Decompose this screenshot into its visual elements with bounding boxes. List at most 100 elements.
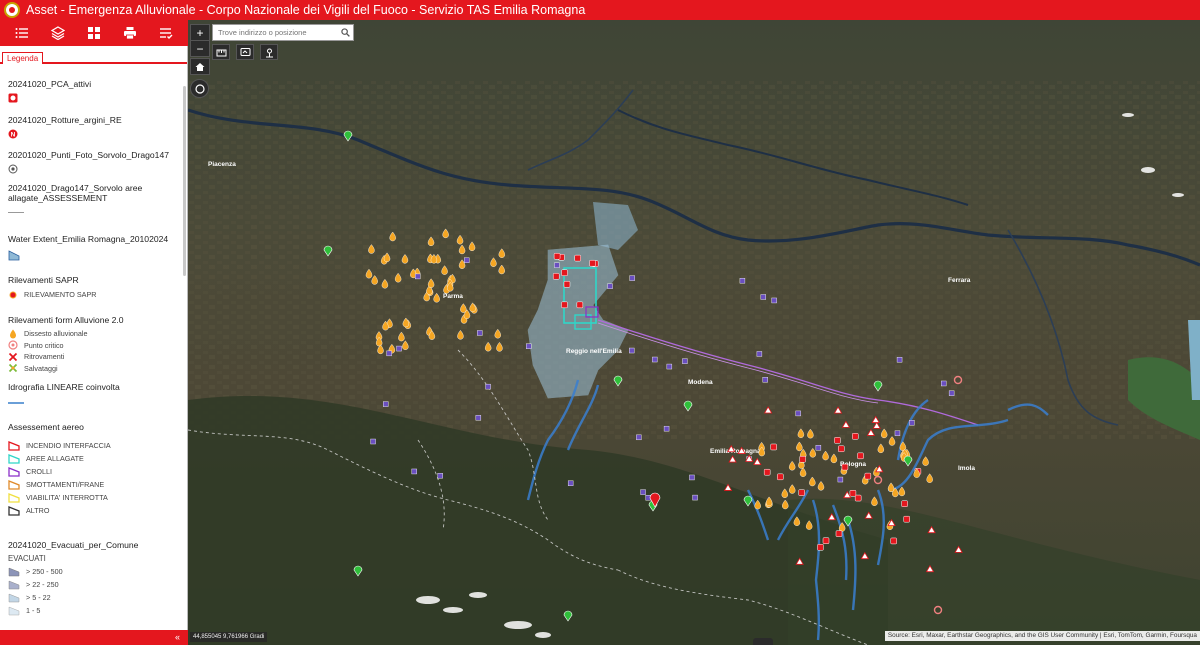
map-marker-camera[interactable] [475, 415, 482, 421]
map-marker-red[interactable] [763, 468, 771, 476]
map-marker-red[interactable] [561, 269, 568, 277]
basemap-gallery-button[interactable] [83, 22, 105, 44]
map-marker-camera[interactable] [663, 425, 670, 432]
search-widget [212, 24, 354, 41]
map-marker-camera[interactable] [682, 358, 688, 364]
widget-toolbar [0, 20, 188, 46]
map-marker-red[interactable] [552, 273, 560, 280]
map-marker-camera[interactable] [636, 434, 642, 441]
map-marker-camera[interactable] [485, 383, 491, 390]
legend-layer-punti-foto: 20201020_Punti_Foto_Sorvolo_Drago147 [8, 150, 169, 174]
map-marker-red[interactable] [817, 544, 824, 551]
map-marker-camera[interactable] [396, 345, 402, 352]
bottom-panel-toggle[interactable] [753, 638, 773, 645]
search-input[interactable] [213, 28, 337, 37]
legend-list-button[interactable] [11, 22, 33, 44]
collapse-panel-button[interactable]: « [175, 632, 180, 642]
map-marker-camera[interactable] [948, 390, 955, 396]
layer-title: Assessement aereo [8, 422, 84, 432]
map-marker-camera[interactable] [940, 380, 947, 387]
map-marker-red[interactable] [838, 445, 845, 453]
map-marker-red[interactable] [799, 455, 806, 463]
legend-item-label: Dissesto alluvionale [24, 329, 88, 339]
map-marker-camera[interactable] [689, 474, 695, 481]
map-marker-camera[interactable] [629, 347, 635, 354]
map-marker-camera[interactable] [771, 297, 777, 304]
map-marker-red[interactable] [553, 253, 561, 260]
map-marker-camera[interactable] [795, 410, 801, 417]
map-marker-camera[interactable] [760, 294, 767, 300]
map-marker-red[interactable] [834, 437, 841, 444]
layer-list-button[interactable] [155, 22, 177, 44]
map-marker-camera[interactable] [464, 257, 470, 263]
map-marker-red[interactable] [576, 301, 584, 309]
map-marker-camera[interactable] [762, 377, 768, 383]
legend-item: > 250 - 500 [8, 565, 138, 578]
map-marker-camera[interactable] [607, 283, 613, 289]
map-marker-red[interactable] [777, 473, 784, 481]
map-marker-red[interactable] [857, 452, 864, 460]
map-marker-red[interactable] [561, 301, 568, 309]
map-marker-red[interactable] [822, 537, 830, 544]
map-view[interactable]: Piacenza Parma Reggio nell'Emilia Modena… [188, 20, 1200, 645]
tab-legenda[interactable]: Legenda [2, 52, 44, 64]
search-button[interactable] [337, 28, 353, 37]
coordinate-tool-button[interactable] [260, 44, 278, 60]
printer-icon [124, 27, 136, 40]
map-marker-red[interactable] [864, 472, 872, 480]
home-button[interactable] [190, 58, 210, 75]
map-marker-camera[interactable] [370, 438, 376, 445]
map-marker-camera[interactable] [739, 278, 746, 284]
map-marker-red[interactable] [835, 530, 843, 537]
map-marker-camera[interactable] [894, 430, 901, 436]
levee-break-icon: N [8, 129, 18, 139]
map-marker-camera[interactable] [815, 445, 822, 451]
layers-button[interactable] [47, 22, 69, 44]
locate-button[interactable] [190, 79, 209, 98]
measure-tool-button[interactable] [212, 44, 230, 60]
map-marker-red[interactable] [798, 489, 805, 496]
map-marker-camera[interactable] [567, 480, 574, 486]
map-marker-red[interactable] [854, 494, 862, 502]
map-marker-camera[interactable] [554, 262, 560, 268]
zoom-out-button[interactable]: − [190, 40, 210, 57]
map-marker-red[interactable] [770, 443, 777, 451]
draw-tool-button[interactable] [236, 44, 254, 60]
draw-icon [240, 47, 250, 56]
legend-item: > 5 - 22 [8, 591, 138, 604]
map-marker-camera[interactable] [909, 419, 915, 426]
map-marker-camera[interactable] [383, 401, 389, 407]
map-marker-camera[interactable] [386, 350, 392, 357]
map-marker-camera[interactable] [896, 357, 903, 363]
app-root: Asset - Emergenza Alluvionale - Corpo Na… [0, 0, 1200, 645]
map-marker-camera[interactable] [437, 473, 443, 479]
map-marker-camera[interactable] [652, 356, 658, 363]
map-marker-camera[interactable] [692, 494, 698, 501]
river-line-icon [8, 402, 24, 404]
map-marker-camera[interactable] [629, 275, 635, 281]
map-marker-red[interactable] [563, 281, 571, 288]
print-button[interactable] [119, 22, 141, 44]
map-marker-camera[interactable] [666, 363, 673, 370]
map-marker-red[interactable] [574, 254, 581, 262]
map-marker-camera[interactable] [477, 330, 483, 336]
legend-item-label: > 22 - 250 [26, 580, 59, 589]
map-marker-camera[interactable] [640, 489, 646, 495]
map-marker-red[interactable] [903, 515, 910, 523]
map-marker-camera[interactable] [415, 273, 421, 280]
map-marker-red[interactable] [589, 259, 596, 267]
map-marker-camera[interactable] [837, 476, 844, 483]
map-marker-red[interactable] [849, 490, 857, 497]
map-marker-red[interactable] [852, 433, 859, 440]
map-marker-camera[interactable] [411, 468, 417, 475]
map-marker-red[interactable] [890, 537, 897, 545]
map-marker-camera[interactable] [756, 351, 763, 357]
layers-icon [51, 26, 65, 40]
legend-layer-rotture: 20241020_Rotture_argini_RE N [8, 115, 122, 139]
zoom-in-button[interactable]: + [190, 24, 210, 41]
map-marker-camera[interactable] [526, 343, 532, 349]
map-marker-red[interactable] [841, 463, 849, 471]
home-icon [195, 62, 205, 71]
layer-title: 20241020_Evacuati_per_Comune [8, 540, 139, 550]
map-marker-red[interactable] [901, 500, 908, 507]
